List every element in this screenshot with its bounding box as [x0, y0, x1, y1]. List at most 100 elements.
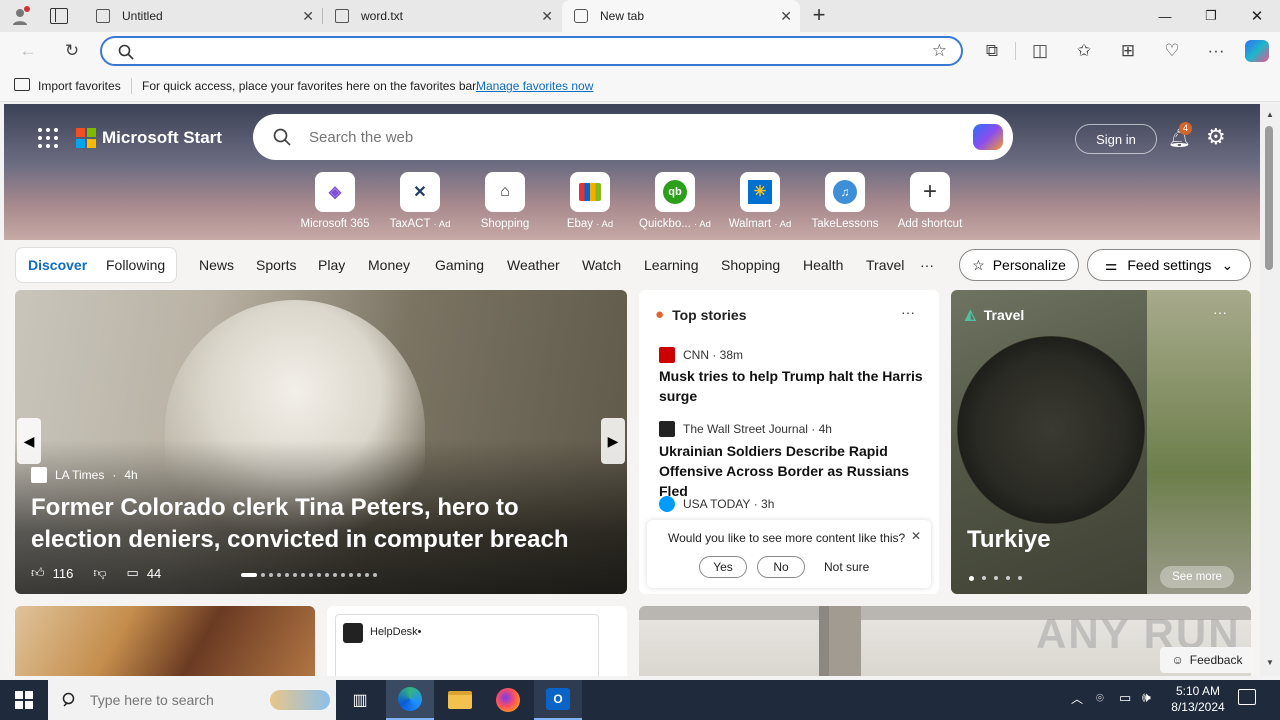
settings-more-icon[interactable]: ···	[1204, 40, 1228, 62]
more-options-icon[interactable]: ···	[1213, 304, 1227, 320]
outlook-button[interactable]: O	[534, 680, 582, 720]
favorites-icon[interactable]: ✩	[1072, 40, 1096, 62]
show-hidden-icons[interactable]: ︿	[1071, 690, 1083, 707]
dislike-icon[interactable]: 👎︎	[93, 565, 106, 581]
close-tab-icon[interactable]: ✕	[541, 8, 553, 25]
carousel-dots[interactable]	[241, 572, 401, 578]
tab-following[interactable]: Following	[106, 257, 165, 273]
story-headline[interactable]: Ukrainian Soldiers Describe Rapid Offens…	[659, 441, 924, 501]
apps-grid-icon[interactable]	[38, 128, 58, 148]
copilot-icon[interactable]	[973, 124, 1003, 150]
import-favorites-button[interactable]: Import favorites	[38, 79, 121, 93]
more-options-icon[interactable]: ···	[901, 304, 915, 320]
start-button[interactable]	[0, 680, 48, 720]
taskbar-search[interactable]	[48, 680, 336, 720]
shortcut-microsoft-365[interactable]: ◈ Microsoft 365	[293, 172, 377, 230]
scroll-thumb[interactable]	[1265, 126, 1273, 270]
category-watch[interactable]: Watch	[582, 257, 621, 273]
personalize-button[interactable]: ☆ Personalize	[959, 249, 1079, 281]
tab-new-tab[interactable]: New tab ✕	[562, 0, 800, 32]
like-icon[interactable]: 👍︎	[31, 565, 45, 581]
shortcut-shopping[interactable]: ⌂ Shopping	[463, 172, 547, 230]
shortcut-taxact[interactable]: ✕ TaxACT · Ad	[378, 172, 462, 230]
category-health[interactable]: Health	[803, 257, 843, 273]
new-tab-button[interactable]: +	[808, 4, 830, 26]
tab-actions-icon[interactable]	[50, 8, 68, 24]
taskbar-search-input[interactable]	[90, 692, 260, 708]
helpdesk-card[interactable]: HelpDesk•	[327, 606, 627, 676]
shortcut-walmart[interactable]: ✳ Walmart · Ad	[718, 172, 802, 230]
story-card-image[interactable]	[15, 606, 315, 676]
minimize-button[interactable]: —	[1142, 0, 1188, 32]
story-headline[interactable]: Musk tries to help Trump halt the Harris…	[659, 366, 924, 406]
travel-card[interactable]: ◭ Travel ··· Turkiye See more	[951, 290, 1251, 594]
travel-dots[interactable]	[969, 576, 1022, 581]
comment-icon[interactable]: ▭	[127, 565, 139, 581]
browser-essentials-icon[interactable]: ♡	[1160, 40, 1184, 62]
category-travel[interactable]: Travel	[866, 257, 904, 273]
edge-taskbar-button[interactable]	[386, 680, 434, 720]
category-sports[interactable]: Sports	[256, 257, 296, 273]
prompt-no-button[interactable]: No	[757, 556, 805, 578]
refresh-icon[interactable]: ↻	[60, 40, 84, 62]
collections-icon[interactable]: ⊞	[1116, 40, 1140, 62]
page-scrollbar[interactable]: ▲ ▼	[1260, 104, 1280, 676]
more-categories-button[interactable]: ···	[920, 257, 934, 273]
travel-title[interactable]: Turkiye	[967, 526, 1051, 554]
file-explorer-button[interactable]	[436, 680, 484, 720]
favorite-star-icon[interactable]: ☆	[932, 41, 947, 61]
web-search-input[interactable]	[309, 126, 909, 148]
notification-center-icon[interactable]	[1238, 689, 1256, 705]
brand-title[interactable]: Microsoft Start	[102, 128, 222, 148]
clock[interactable]: 5:10 AM 8/13/2024	[1166, 683, 1230, 715]
close-window-button[interactable]: ✕	[1234, 0, 1280, 32]
firefox-button[interactable]	[484, 680, 532, 720]
category-news[interactable]: News	[199, 257, 234, 273]
volume-icon[interactable]: 🕪︎	[1142, 689, 1151, 706]
feedback-button[interactable]: ☺ Feedback	[1160, 647, 1254, 673]
category-play[interactable]: Play	[318, 257, 345, 273]
extensions-icon[interactable]: ⧉	[980, 40, 1004, 62]
task-view-button[interactable]: ▥	[336, 680, 384, 720]
shortcut-quickbooks[interactable]: qb Quickbo... · Ad	[633, 172, 717, 230]
see-more-button[interactable]: See more	[1160, 566, 1234, 588]
close-tab-icon[interactable]: ✕	[302, 8, 314, 25]
category-money[interactable]: Money	[368, 257, 410, 273]
address-input[interactable]	[142, 42, 912, 62]
page-settings-gear-icon[interactable]: ⚙	[1206, 124, 1226, 150]
shortcut-ebay[interactable]: Ebay · Ad	[548, 172, 632, 230]
tab-untitled[interactable]: Untitled ✕	[84, 0, 322, 32]
category-gaming[interactable]: Gaming	[435, 257, 484, 273]
travel-label: Travel	[983, 306, 1025, 323]
profile-icon[interactable]	[10, 6, 32, 26]
close-tab-icon[interactable]: ✕	[780, 8, 792, 25]
sign-in-button[interactable]: Sign in	[1075, 124, 1157, 154]
scroll-down-arrow[interactable]: ▼	[1266, 658, 1274, 667]
address-bar[interactable]: ☆	[100, 36, 963, 66]
carousel-next-button[interactable]: ▶	[601, 418, 625, 464]
prompt-yes-button[interactable]: Yes	[699, 556, 747, 578]
tab-discover[interactable]: Discover	[28, 257, 87, 273]
shortcut-label: Quickbo...	[639, 218, 691, 230]
split-screen-icon[interactable]: ◫	[1028, 40, 1052, 62]
prompt-not-sure-button[interactable]: Not sure	[824, 560, 869, 574]
carousel-prev-button[interactable]: ◀	[17, 418, 41, 464]
tab-word-txt[interactable]: word.txt ✕	[323, 0, 561, 32]
category-shopping[interactable]: Shopping	[721, 257, 780, 273]
network-icon[interactable]: ▭	[1119, 690, 1131, 706]
dismiss-prompt-icon[interactable]: ✕	[911, 529, 921, 543]
scroll-up-arrow[interactable]: ▲	[1266, 110, 1274, 119]
add-shortcut[interactable]: + Add shortcut	[888, 172, 972, 230]
shortcut-takelessons[interactable]: ♫ TakeLessons	[803, 172, 887, 230]
web-search-box[interactable]	[253, 114, 1013, 160]
category-weather[interactable]: Weather	[507, 257, 560, 273]
copilot-icon[interactable]	[1245, 40, 1269, 62]
feed-settings-button[interactable]: ⚌ Feed settings ⌄	[1087, 249, 1251, 281]
back-icon[interactable]: ←	[16, 40, 40, 62]
hero-story-card[interactable]: ◀ ▶ LA Times · 4h Former Colorado clerk …	[15, 290, 627, 594]
restore-button[interactable]: ❐	[1188, 0, 1234, 32]
story-headline[interactable]: Former Colorado clerk Tina Peters, hero …	[31, 492, 611, 556]
category-learning[interactable]: Learning	[644, 257, 699, 273]
manage-favorites-link[interactable]: Manage favorites now	[476, 79, 593, 93]
meet-now-icon[interactable]: ⌾	[1096, 690, 1104, 706]
